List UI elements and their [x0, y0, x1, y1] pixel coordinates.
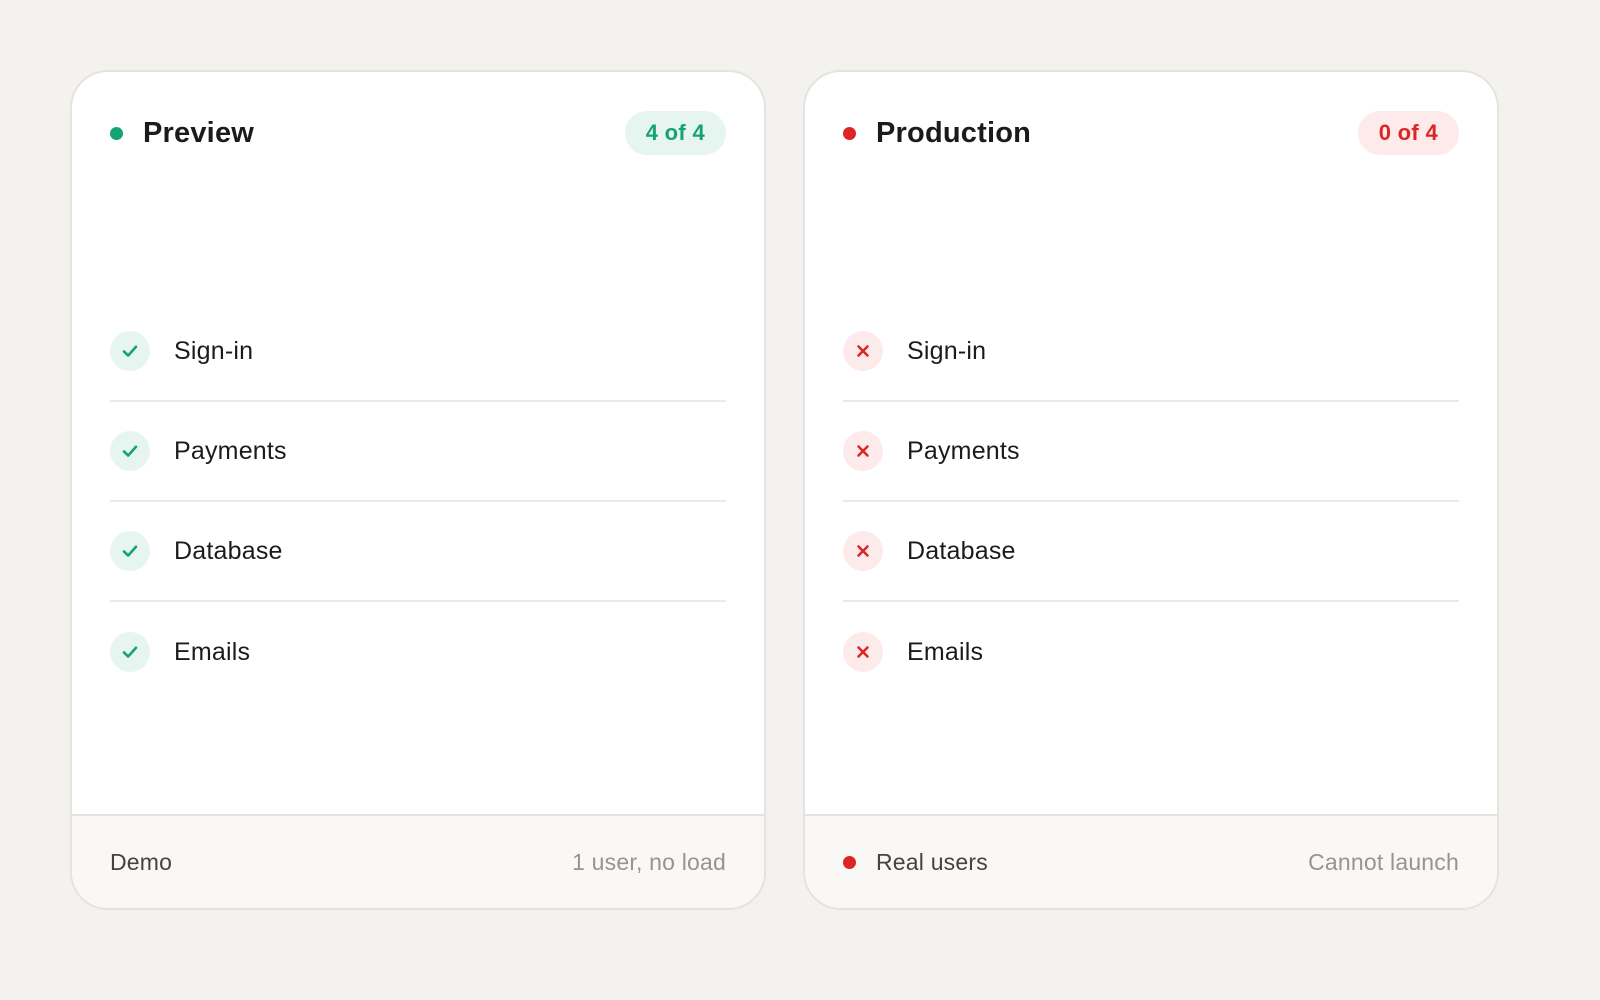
production-status-dot [843, 126, 856, 140]
production-check-label: Emails [907, 637, 984, 666]
preview-card: Preview 4 of 4 Sign-in Payments Database [70, 70, 766, 910]
x-icon [843, 632, 883, 672]
preview-footer-left: Demo [110, 849, 172, 876]
preview-title-wrap: Preview [110, 117, 254, 150]
production-count-badge: 0 of 4 [1357, 111, 1459, 155]
preview-check-list: Sign-in Payments Database Emails [110, 302, 726, 702]
production-title-wrap: Production [843, 117, 1031, 150]
production-footer-label: Real users [876, 848, 988, 875]
production-footer-note: Cannot launch [1308, 848, 1459, 875]
preview-status-dot [110, 126, 123, 140]
preview-card-footer: Demo 1 user, no load [72, 814, 764, 908]
check-icon [110, 431, 150, 471]
preview-check-row-database: Database [110, 502, 726, 602]
preview-check-label: Emails [174, 637, 251, 666]
production-footer-left: Real users [843, 849, 988, 876]
production-check-list: Sign-in Payments Database Emails [843, 302, 1459, 702]
preview-footer-note: 1 user, no load [572, 848, 726, 875]
preview-card-header: Preview 4 of 4 [110, 110, 726, 156]
check-icon [110, 531, 150, 571]
production-card-header: Production 0 of 4 [843, 110, 1459, 156]
x-icon [843, 331, 883, 371]
production-check-row-emails: Emails [843, 602, 1459, 702]
production-check-row-payments: Payments [843, 402, 1459, 502]
production-card-footer: Real users Cannot launch [805, 814, 1497, 908]
preview-title: Preview [143, 116, 255, 149]
production-check-row-sign-in: Sign-in [843, 302, 1459, 402]
preview-count-badge: 4 of 4 [624, 111, 726, 155]
preview-check-row-sign-in: Sign-in [110, 302, 726, 402]
production-check-label: Database [907, 536, 1016, 565]
production-check-row-database: Database [843, 502, 1459, 602]
preview-check-label: Sign-in [174, 336, 254, 365]
x-icon [843, 531, 883, 571]
production-title: Production [876, 116, 1032, 149]
x-icon [843, 431, 883, 471]
check-icon [110, 331, 150, 371]
preview-check-row-emails: Emails [110, 602, 726, 702]
preview-check-label: Payments [174, 436, 287, 465]
preview-footer-label: Demo [110, 848, 173, 875]
production-footer-status-dot [843, 855, 856, 869]
preview-check-label: Database [174, 536, 283, 565]
production-check-label: Sign-in [907, 336, 987, 365]
production-check-label: Payments [907, 436, 1020, 465]
preview-check-row-payments: Payments [110, 402, 726, 502]
production-card: Production 0 of 4 Sign-in Payments Datab… [803, 70, 1499, 910]
check-icon [110, 632, 150, 672]
